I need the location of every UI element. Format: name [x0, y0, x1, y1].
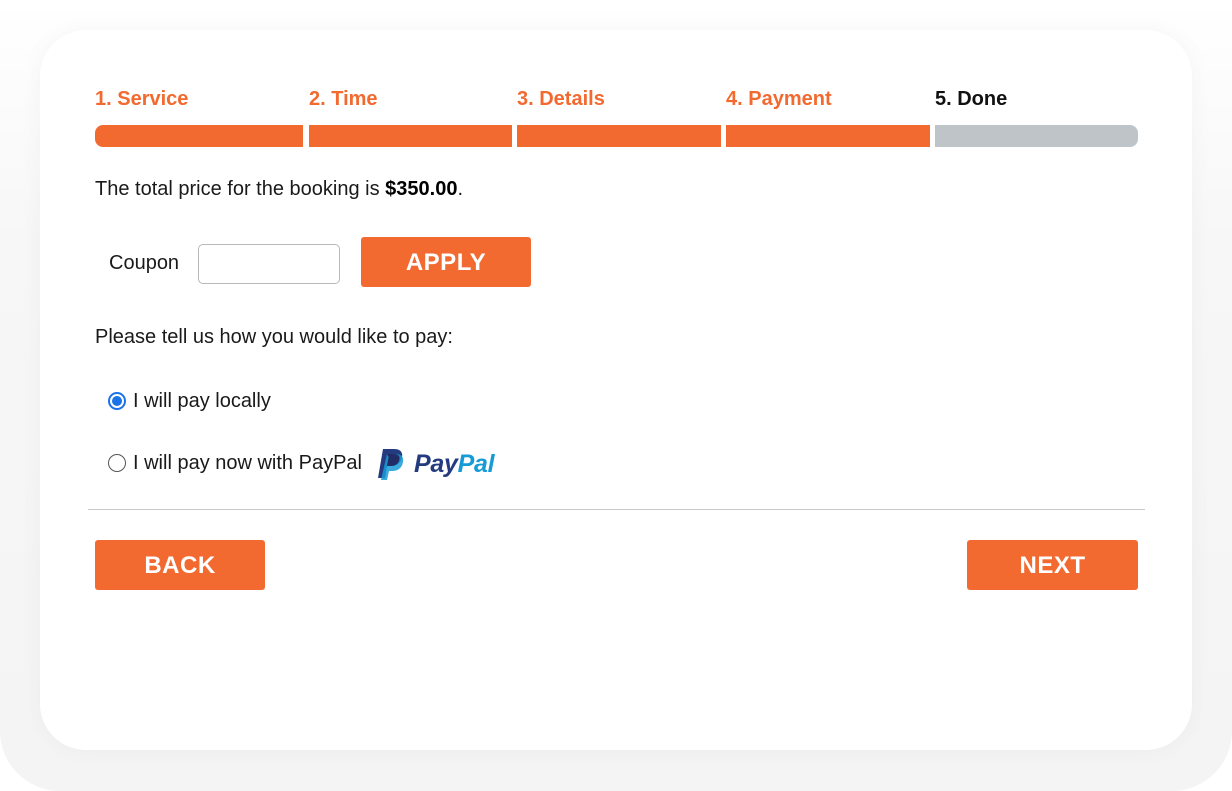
apply-button[interactable]: APPLY [361, 237, 531, 287]
step-label: 5. Done [935, 88, 1008, 110]
radio-button-selected[interactable] [108, 392, 126, 410]
step-done: 5. Done [935, 88, 1138, 148]
price-prefix: The total price for the booking is [95, 178, 386, 200]
step-label: 4. Payment [726, 88, 832, 110]
next-button[interactable]: NEXT [967, 540, 1138, 590]
progress-steps: 1. Service 2. Time 3. Details 4. Payment… [95, 88, 1138, 148]
step-payment: 4. Payment [726, 88, 930, 148]
price-amount: $350.00 [385, 178, 458, 200]
step-bar [517, 125, 721, 147]
total-price-text: The total price for the booking is $350.… [95, 178, 463, 201]
step-bar [95, 125, 303, 147]
paypal-word-pal: Pal [457, 449, 495, 478]
paypal-word-pay: Pay [414, 449, 458, 478]
back-button[interactable]: BACK [95, 540, 265, 590]
paypal-p-icon [378, 449, 404, 480]
step-label: 1. Service [95, 88, 189, 110]
step-bar [309, 125, 512, 147]
payment-option-paypal[interactable]: I will pay now with PayPal [108, 450, 362, 476]
price-suffix: . [457, 178, 464, 200]
paypal-logo: PayPal [376, 446, 510, 482]
step-bar [726, 125, 930, 147]
coupon-input[interactable] [198, 244, 340, 284]
step-label: 2. Time [309, 88, 378, 110]
step-details: 3. Details [517, 88, 721, 148]
step-time: 2. Time [309, 88, 512, 148]
step-bar [935, 125, 1138, 147]
step-service: 1. Service [95, 88, 303, 148]
paypal-wordmark: PayPal [414, 449, 495, 479]
radio-button[interactable] [108, 454, 126, 472]
step-label: 3. Details [517, 88, 605, 110]
payment-option-local[interactable]: I will pay locally [108, 388, 271, 414]
payment-option-label: I will pay now with PayPal [133, 451, 362, 474]
coupon-label: Coupon [109, 252, 180, 274]
divider [88, 509, 1145, 510]
payment-prompt: Please tell us how you would like to pay… [95, 326, 453, 348]
payment-option-label: I will pay locally [133, 389, 271, 412]
